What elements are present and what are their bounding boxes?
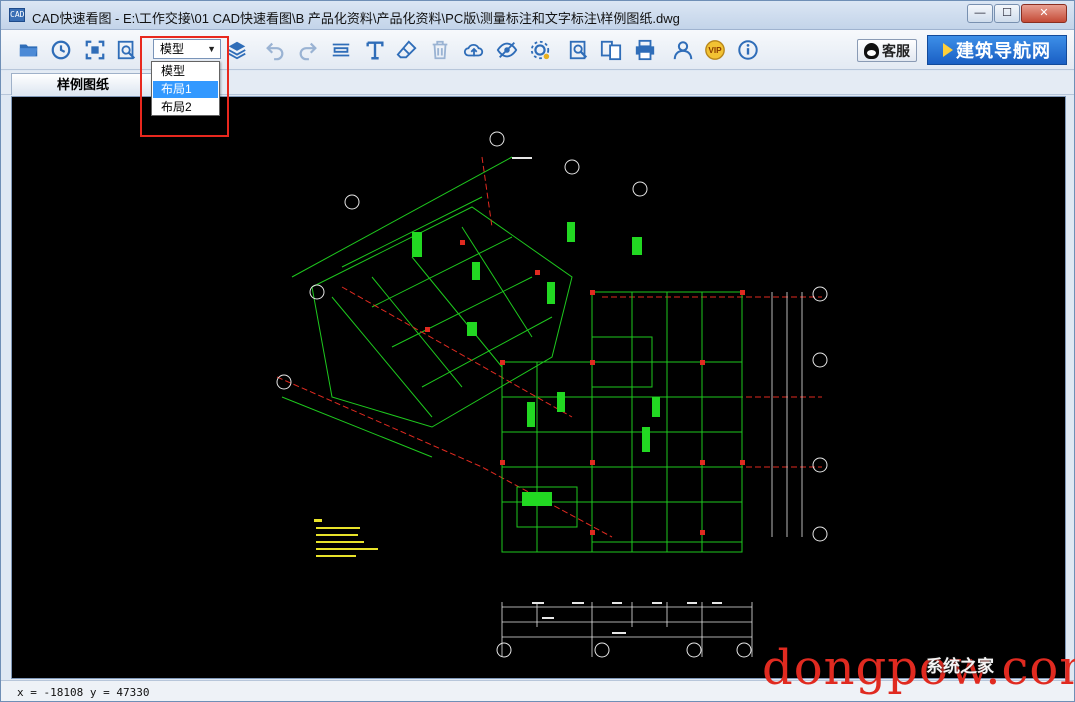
measure-icon[interactable] bbox=[329, 38, 353, 62]
text-icon[interactable] bbox=[363, 38, 387, 62]
eraser-icon[interactable] bbox=[395, 38, 419, 62]
user-icon[interactable] bbox=[671, 38, 695, 62]
open-folder-icon[interactable] bbox=[17, 38, 41, 62]
cloud-upload-icon[interactable] bbox=[462, 38, 486, 62]
maximize-button[interactable]: ☐ bbox=[994, 4, 1020, 23]
cut-lines bbox=[276, 156, 822, 538]
settings-icon[interactable] bbox=[528, 38, 552, 62]
close-button[interactable]: ✕ bbox=[1021, 4, 1067, 23]
delete-icon[interactable] bbox=[428, 38, 452, 62]
eye-hide-icon[interactable] bbox=[495, 38, 519, 62]
cursor-coordinates: x = -18108 y = 47330 bbox=[17, 686, 150, 699]
cad-drawing bbox=[276, 131, 828, 658]
main-grid bbox=[501, 291, 743, 553]
vip-label: VIP bbox=[708, 46, 722, 55]
drawing-canvas[interactable] bbox=[11, 96, 1066, 679]
zoom-window-icon[interactable] bbox=[115, 38, 139, 62]
red-highlight-box bbox=[140, 36, 229, 137]
green-annotations bbox=[412, 222, 660, 506]
history-clock-icon[interactable] bbox=[49, 38, 73, 62]
nav-banner-link[interactable]: 建筑导航网 bbox=[927, 35, 1067, 65]
undo-icon[interactable] bbox=[263, 38, 287, 62]
find-icon[interactable] bbox=[567, 38, 591, 62]
notes-block bbox=[314, 519, 378, 557]
nav-banner-label: 建筑导航网 bbox=[956, 41, 1051, 61]
vip-badge-icon[interactable]: VIP bbox=[703, 38, 727, 62]
column-nodes bbox=[425, 240, 745, 535]
fit-view-icon[interactable] bbox=[83, 38, 107, 62]
customer-service-button[interactable]: 客服 bbox=[857, 39, 917, 62]
redo-icon[interactable] bbox=[296, 38, 320, 62]
qq-icon bbox=[864, 42, 879, 59]
tab-sample-drawing[interactable]: 样例图纸 bbox=[11, 73, 155, 95]
flag-icon bbox=[943, 43, 953, 57]
axis-bubbles bbox=[276, 131, 828, 658]
compare-icon[interactable] bbox=[599, 38, 623, 62]
minimize-button[interactable]: — bbox=[967, 4, 993, 23]
watermark-overlay-text: 系统之家 bbox=[926, 657, 994, 676]
title-bar: CAD CAD快速看图 - E:\工作交接\01 CAD快速看图\B 产品化资料… bbox=[1, 1, 1074, 30]
dimension-texts bbox=[512, 157, 722, 634]
print-icon[interactable] bbox=[633, 38, 657, 62]
app-icon: CAD bbox=[9, 8, 25, 22]
customer-service-label: 客服 bbox=[882, 42, 910, 59]
window-title: CAD快速看图 - E:\工作交接\01 CAD快速看图\B 产品化资料\产品化… bbox=[32, 11, 680, 26]
info-icon[interactable] bbox=[736, 38, 760, 62]
watermark-text: dongpow.com bbox=[762, 640, 1075, 696]
